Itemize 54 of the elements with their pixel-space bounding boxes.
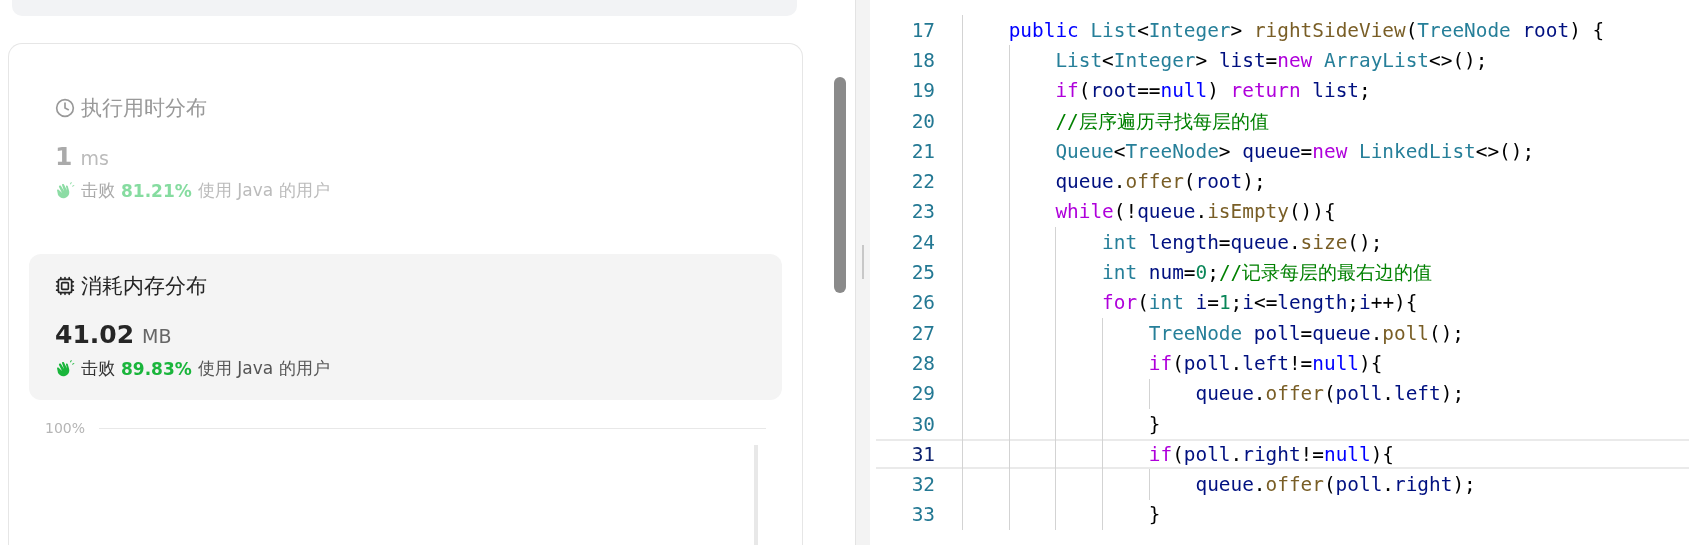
line-number: 24 — [910, 230, 935, 254]
clock-icon — [55, 98, 75, 118]
line-number: 29 — [910, 382, 935, 406]
code-line: public List<Integer> rightSideView(TreeNode root) { — [1007, 18, 1605, 42]
stat-title: 消耗内存分布 — [81, 273, 207, 300]
line-number: 21 — [910, 139, 935, 163]
code-line: TreeNode poll=queue.poll(); — [1147, 321, 1465, 345]
stat-value: 1 — [55, 142, 73, 171]
line-number: 22 — [910, 170, 935, 194]
beats-suffix: 使用 Java 的用户 — [197, 357, 330, 380]
line-number: 32 — [910, 473, 935, 497]
code-line: queue.offer(poll.left); — [1194, 382, 1465, 406]
code-line: int length=queue.size(); — [1101, 230, 1383, 254]
line-number: 19 — [910, 79, 935, 103]
line-number: 27 — [910, 321, 935, 345]
beats-label: 击败 — [81, 179, 115, 202]
code-line: } — [1147, 503, 1161, 527]
code-line: while(!queue.isEmpty()){ — [1054, 200, 1336, 224]
line-number: 31 — [910, 442, 935, 466]
code-line: int num=0;//记录每层的最右边的值 — [1101, 260, 1433, 287]
code-line: Queue<TreeNode> queue=new LinkedList<>(); — [1054, 139, 1535, 163]
line-number: 33 — [910, 503, 935, 527]
stat-unit: ms — [80, 147, 109, 169]
line-number: 26 — [910, 291, 935, 315]
hand-icon — [55, 358, 75, 379]
line-number: 23 — [910, 200, 935, 224]
stat-unit: MB — [142, 325, 172, 347]
line-number: 30 — [910, 412, 935, 436]
chip-icon — [55, 276, 75, 296]
beats-percent: 89.83% — [121, 358, 192, 379]
scrollbar-thumb[interactable] — [834, 77, 846, 293]
code-line: queue.offer(poll.right); — [1194, 473, 1476, 497]
line-number: 20 — [910, 109, 935, 133]
code-line: for(int i=1;i<=length;i++){ — [1101, 291, 1418, 315]
code-line: } — [1147, 412, 1161, 436]
line-number: 18 — [910, 48, 935, 72]
beats-percent: 81.21% — [121, 180, 192, 201]
code-line: List<Integer> list=new ArrayList<>(); — [1054, 48, 1488, 72]
beats-label: 击败 — [81, 357, 115, 380]
line-number: 28 — [910, 351, 935, 375]
code-line: queue.offer(root); — [1054, 170, 1266, 194]
code-line: if(poll.left!=null){ — [1147, 351, 1383, 375]
line-number: 25 — [910, 261, 935, 284]
code-line: //层序遍历寻找每层的值 — [1054, 108, 1269, 135]
hand-icon — [55, 180, 75, 201]
code-line: if(poll.right!=null){ — [1147, 442, 1394, 466]
beats-suffix: 使用 Java 的用户 — [197, 179, 330, 202]
stat-value: 41.02 — [55, 320, 135, 349]
stat-title: 执行用时分布 — [81, 95, 207, 122]
splitter-handle[interactable] — [862, 244, 864, 279]
code-line: if(root==null) return list; — [1054, 79, 1371, 103]
line-number: 17 — [910, 18, 935, 42]
stat-panel[interactable]: 消耗内存分布 41.02 MB 击败 89.83% 使用 Java 的用户 — [29, 254, 782, 400]
axis-tick-label: 100% — [44, 420, 87, 438]
